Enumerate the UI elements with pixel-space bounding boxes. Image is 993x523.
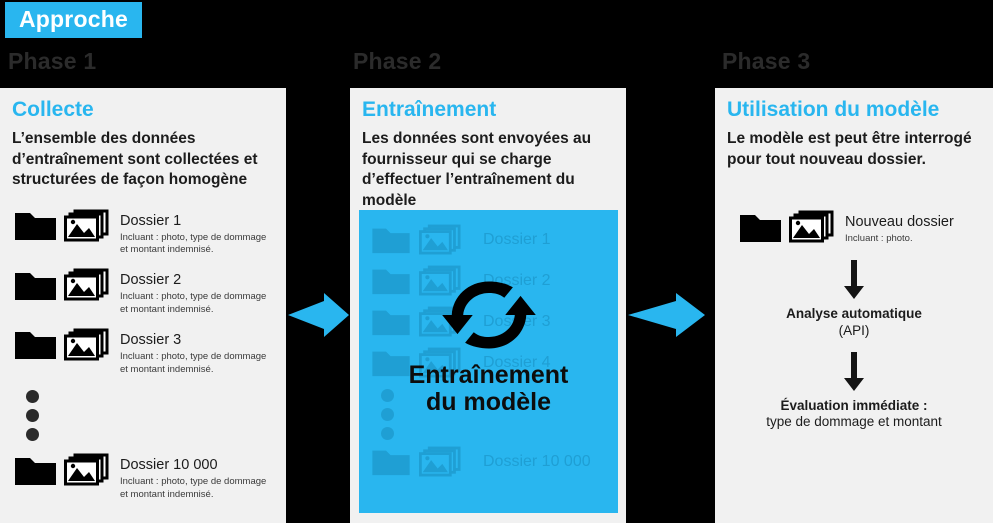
phase-3-panel: Utilisation du modèle Le modèle est peut… bbox=[715, 88, 993, 523]
folder-icon bbox=[372, 228, 410, 254]
dossier-title: Dossier 2 bbox=[120, 272, 182, 289]
ghost-dossier-row: Dossier 4 bbox=[359, 347, 618, 379]
phase-label-3: Phase 3 bbox=[722, 48, 811, 74]
phase-1-title: Collecte bbox=[12, 98, 94, 121]
dot bbox=[26, 390, 39, 404]
dossier-title: Dossier 1 bbox=[120, 212, 182, 229]
phase-1-panel: Collecte L’ensemble des données d’entraî… bbox=[0, 88, 286, 523]
folder-icon bbox=[372, 450, 410, 476]
dossier-title: Dossier 10 000 bbox=[120, 457, 218, 474]
analyse-step: Analyse automatique (API) bbox=[715, 306, 993, 340]
dot bbox=[26, 409, 39, 423]
ghost-dossier-label: Dossier 4 bbox=[483, 354, 551, 371]
dossier-subtitle: Incluant : photo, type de dommage et mon… bbox=[120, 350, 267, 375]
folder-photos-icon-group bbox=[14, 268, 109, 302]
dossier-row: Dossier 3 Incluant : photo, type de domm… bbox=[0, 328, 286, 377]
photo-stack-icon bbox=[789, 210, 834, 243]
nouveau-dossier-subtitle: Incluant : photo. bbox=[845, 233, 913, 245]
ghost-dossier-label: Dossier 1 bbox=[483, 231, 551, 248]
photo-stack-icon bbox=[64, 453, 109, 486]
flow-arrow-1 bbox=[288, 293, 350, 343]
phase-1-description: L’ensemble des données d’entraînement so… bbox=[12, 130, 258, 189]
training-blue-box: Dossier 1 Dossier 2 Dossier 3 Dossier 4 … bbox=[359, 210, 618, 513]
down-arrow-2 bbox=[715, 351, 993, 392]
photo-stack-icon bbox=[419, 224, 461, 255]
folder-icon bbox=[740, 214, 781, 242]
photo-stack-icon bbox=[419, 265, 461, 296]
dossier-row: Dossier 2 Incluant : photo, type de domm… bbox=[0, 268, 286, 317]
folder-photos-icon-group bbox=[14, 453, 109, 487]
dot bbox=[26, 428, 39, 442]
folder-photos-icon-group bbox=[739, 210, 834, 244]
photo-stack-icon bbox=[64, 268, 109, 301]
analyse-api-label: (API) bbox=[838, 322, 870, 338]
dossier-title: Dossier 3 bbox=[120, 331, 182, 348]
down-arrow-1 bbox=[715, 259, 993, 300]
folder-photos-icon-group bbox=[14, 328, 109, 362]
phase-3-description: Le modèle est peut être interrogé pour t… bbox=[727, 130, 972, 168]
folder-icon bbox=[15, 332, 56, 360]
dossier-row-last: Dossier 10 000 Incluant : photo, type de… bbox=[0, 453, 286, 502]
phase-2-title: Entraînement bbox=[362, 98, 497, 121]
ghost-dossier-row: Dossier 1 bbox=[359, 224, 618, 256]
folder-icon bbox=[15, 213, 56, 240]
approche-badge: Approche bbox=[5, 2, 142, 39]
dot bbox=[381, 389, 394, 402]
phase-2-description: Les données sont envoyées au fournisseur… bbox=[362, 130, 592, 209]
photo-stack-icon bbox=[64, 328, 109, 361]
ghost-dossier-label: Dossier 10 000 bbox=[483, 453, 591, 470]
phase-label-1: Phase 1 bbox=[8, 48, 97, 74]
nouveau-dossier-title: Nouveau dossier bbox=[845, 214, 954, 231]
nouveau-dossier-row: Nouveau dossier Incluant : photo. bbox=[715, 210, 993, 246]
evaluation-step: Évaluation immédiate : type de dommage e… bbox=[715, 398, 993, 432]
dossier-row: Dossier 1 Incluant : photo, type de domm… bbox=[0, 209, 286, 258]
ghost-dossier-label: Dossier 2 bbox=[483, 272, 551, 289]
ghost-dossier-row: Dossier 2 bbox=[359, 265, 618, 297]
diagram-canvas: Approche Phase 1 Phase 2 Phase 3 Collect… bbox=[0, 0, 993, 523]
evaluation-label: Évaluation immédiate : bbox=[780, 397, 928, 413]
folder-icon bbox=[15, 272, 56, 300]
folder-icon bbox=[372, 269, 410, 295]
folder-icon bbox=[372, 310, 410, 336]
folder-icon bbox=[372, 351, 410, 377]
phase-label-2: Phase 2 bbox=[353, 48, 442, 74]
analyse-label: Analyse automatique bbox=[786, 305, 922, 321]
dossier-subtitle: Incluant : photo, type de dommage et mon… bbox=[120, 476, 267, 501]
ghost-ellipsis-dots bbox=[359, 389, 618, 440]
flow-arrow-2 bbox=[628, 293, 706, 343]
ghost-dossier-row: Dossier 3 bbox=[359, 306, 618, 338]
dot bbox=[381, 427, 394, 440]
dossier-subtitle: Incluant : photo, type de dommage et mon… bbox=[120, 291, 267, 315]
phase-3-title: Utilisation du modèle bbox=[727, 98, 940, 121]
photo-stack-icon bbox=[419, 306, 461, 337]
dot bbox=[381, 408, 394, 421]
folder-photos-icon-group bbox=[14, 209, 109, 243]
ghost-dossier-label: Dossier 3 bbox=[483, 313, 551, 330]
dossier-subtitle: Incluant : photo, type de dommage et mon… bbox=[120, 231, 267, 256]
ellipsis-dots bbox=[0, 390, 286, 442]
photo-stack-icon bbox=[419, 446, 461, 477]
evaluation-detail-label: type de dommage et montant bbox=[766, 414, 942, 430]
ghost-dossier-row-last: Dossier 10 000 bbox=[359, 446, 618, 478]
photo-stack-icon bbox=[64, 209, 109, 241]
folder-icon bbox=[15, 457, 56, 485]
phase-2-panel: Entraînement Les données sont envoyées a… bbox=[350, 88, 626, 523]
photo-stack-icon bbox=[419, 347, 461, 378]
